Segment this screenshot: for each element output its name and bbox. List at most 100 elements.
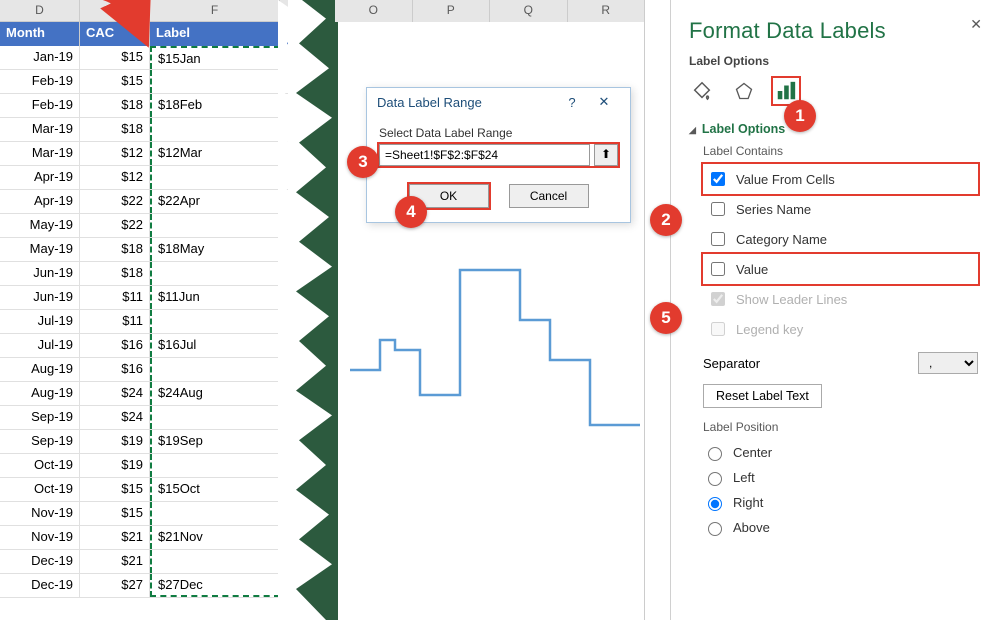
cell-cac[interactable]: $18 [80,238,150,261]
cell-label[interactable]: $15Oct [150,478,280,501]
cell-cac[interactable]: $12 [80,166,150,189]
cell-cac[interactable]: $21 [80,526,150,549]
pane-close-button[interactable]: ✕ [970,16,982,33]
cell-label[interactable]: $15Jan [150,46,280,69]
cell-cac[interactable]: $24 [80,382,150,405]
cell-label[interactable] [150,502,280,525]
cell-month[interactable]: Jul-19 [0,334,80,357]
table-row[interactable]: Jun-19$11$11Jun [0,286,288,310]
cell-month[interactable]: Sep-19 [0,406,80,429]
cell-month[interactable]: Aug-19 [0,358,80,381]
range-input[interactable] [379,144,590,166]
cell-month[interactable]: Mar-19 [0,118,80,141]
cell-label[interactable] [150,70,280,93]
header-month[interactable]: Month [0,22,80,46]
cell-month[interactable]: Apr-19 [0,190,80,213]
cell-month[interactable]: May-19 [0,214,80,237]
cell-month[interactable]: Jun-19 [0,286,80,309]
cell-cac[interactable]: $19 [80,430,150,453]
table-row[interactable]: Mar-19$18 [0,118,288,142]
table-row[interactable]: Mar-19$12$12Mar [0,142,288,166]
cell-cac[interactable]: $22 [80,214,150,237]
table-row[interactable]: Oct-19$19 [0,454,288,478]
cancel-button[interactable]: Cancel [509,184,589,208]
cell-label[interactable]: $18May [150,238,280,261]
cell-cac[interactable]: $12 [80,142,150,165]
cell-month[interactable]: Dec-19 [0,550,80,573]
series-name-input[interactable] [711,202,725,216]
cell-label[interactable] [150,262,280,285]
series-name-checkbox[interactable]: Series Name [703,194,978,224]
cell-month[interactable]: May-19 [0,238,80,261]
position-left-radio[interactable]: Left [703,465,978,490]
cell-month[interactable]: Feb-19 [0,70,80,93]
cell-cac[interactable]: $19 [80,454,150,477]
cell-label[interactable] [150,214,280,237]
table-row[interactable]: Aug-19$16 [0,358,288,382]
position-right-radio[interactable]: Right [703,490,978,515]
col-header-O[interactable]: O [335,0,413,22]
col-header-Q[interactable]: Q [490,0,568,22]
header-label[interactable]: Label [150,22,280,46]
table-row[interactable]: Feb-19$18$18Feb [0,94,288,118]
cell-cac[interactable]: $22 [80,190,150,213]
cell-month[interactable]: Oct-19 [0,478,80,501]
cell-month[interactable]: Jun-19 [0,262,80,285]
dialog-close-button[interactable]: ✕ [588,94,620,110]
cell-label[interactable]: $12Mar [150,142,280,165]
category-name-checkbox[interactable]: Category Name [703,224,978,254]
table-row[interactable]: Jun-19$18 [0,262,288,286]
cell-month[interactable]: Apr-19 [0,166,80,189]
cell-cac[interactable]: $15 [80,70,150,93]
dialog-titlebar[interactable]: Data Label Range ? ✕ [367,88,630,116]
col-header-F[interactable]: F [150,0,280,21]
position-center-radio[interactable]: Center [703,440,978,465]
table-row[interactable]: Jul-19$16$16Jul [0,334,288,358]
value-input[interactable] [711,262,725,276]
table-row[interactable]: Jul-19$11 [0,310,288,334]
cell-month[interactable]: Oct-19 [0,454,80,477]
col-header-P[interactable]: P [413,0,491,22]
cell-month[interactable]: Feb-19 [0,94,80,117]
cell-label[interactable] [150,166,280,189]
cell-label[interactable] [150,454,280,477]
cell-cac[interactable]: $18 [80,94,150,117]
fill-icon[interactable] [689,78,715,104]
table-row[interactable]: May-19$22 [0,214,288,238]
cell-cac[interactable]: $11 [80,286,150,309]
table-row[interactable]: Sep-19$19$19Sep [0,430,288,454]
cell-month[interactable]: Jul-19 [0,310,80,333]
cell-label[interactable]: $21Nov [150,526,280,549]
position-above-radio[interactable]: Above [703,515,978,540]
cell-label[interactable]: $19Sep [150,430,280,453]
effects-icon[interactable] [731,78,757,104]
cell-label[interactable]: $22Apr [150,190,280,213]
cell-cac[interactable]: $16 [80,334,150,357]
cell-cac[interactable]: $18 [80,118,150,141]
cell-month[interactable]: Sep-19 [0,430,80,453]
table-row[interactable]: Nov-19$21$21Nov [0,526,288,550]
cell-month[interactable]: Mar-19 [0,142,80,165]
cell-label[interactable] [150,118,280,141]
cell-label[interactable]: $24Aug [150,382,280,405]
cell-label[interactable]: $11Jun [150,286,280,309]
col-header-R[interactable]: R [568,0,646,22]
cell-cac[interactable]: $16 [80,358,150,381]
range-picker-button[interactable]: ⬆ [594,144,618,166]
cell-cac[interactable]: $15 [80,502,150,525]
cell-month[interactable]: Aug-19 [0,382,80,405]
category-name-input[interactable] [711,232,725,246]
cell-month[interactable]: Jan-19 [0,46,80,69]
cell-label[interactable]: $27Dec [150,574,280,597]
reset-label-text-button[interactable]: Reset Label Text [703,384,822,408]
cell-month[interactable]: Dec-19 [0,574,80,597]
table-row[interactable]: Feb-19$15 [0,70,288,94]
cell-label[interactable]: $18Feb [150,94,280,117]
value-checkbox[interactable]: Value [703,254,978,284]
table-row[interactable]: Dec-19$27$27Dec [0,574,288,598]
dialog-help-button[interactable]: ? [556,95,588,110]
cell-label[interactable] [150,550,280,573]
cell-cac[interactable]: $21 [80,550,150,573]
step-chart[interactable] [350,250,640,460]
cell-month[interactable]: Nov-19 [0,502,80,525]
